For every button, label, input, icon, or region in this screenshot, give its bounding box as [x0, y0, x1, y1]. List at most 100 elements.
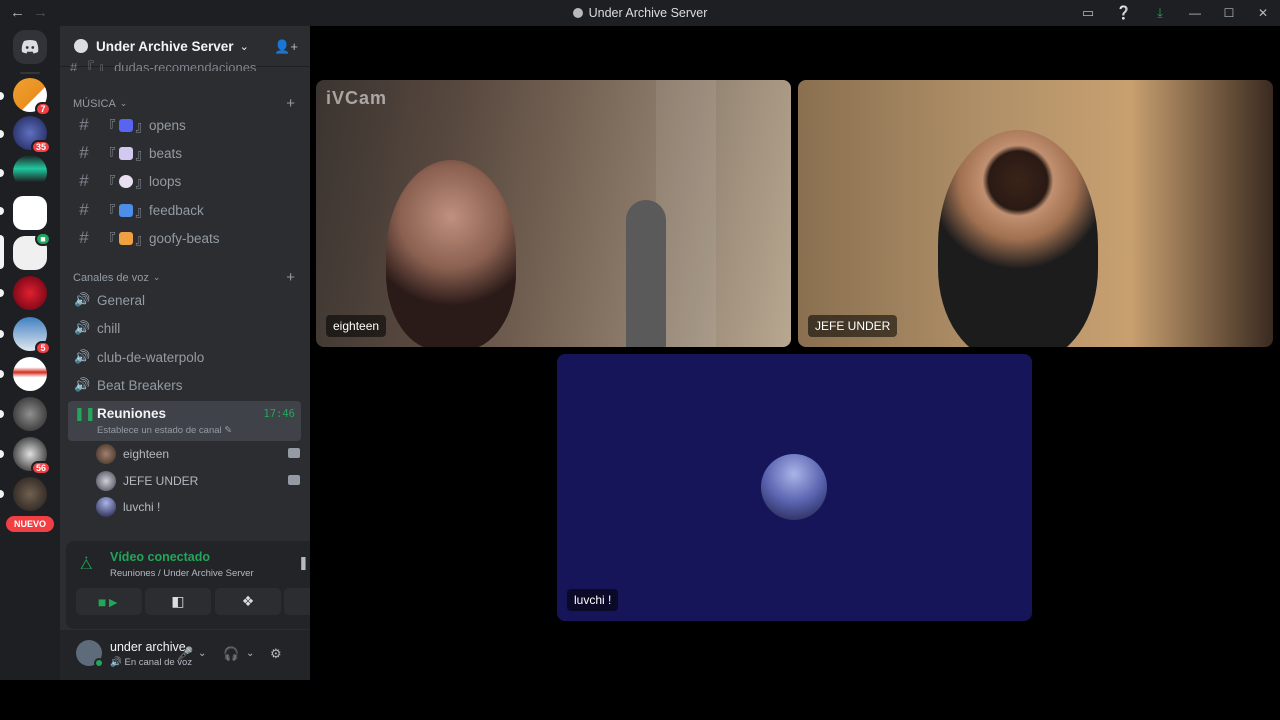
screen-share-icon: ◧ — [171, 593, 185, 609]
avatar — [96, 497, 116, 517]
category-voice[interactable]: Canales de voz ⌄ + — [73, 269, 295, 286]
avatar — [96, 444, 116, 464]
mention-badge: 35 — [30, 140, 51, 154]
video-tile-jefe-under[interactable]: JEFE UNDER — [798, 80, 1273, 347]
server-icon-7[interactable]: 5 — [13, 317, 51, 355]
channel-loops[interactable]: # 『』 loops — [68, 168, 301, 194]
user-name[interactable]: under archive — [110, 640, 186, 654]
chevron-down-icon: ⌄ — [119, 98, 128, 108]
voice-user-jefe-under[interactable]: JEFE UNDER — [96, 469, 300, 493]
person-video — [386, 160, 516, 347]
server-badge-icon — [74, 39, 88, 53]
camera-button[interactable]: ■► — [76, 588, 142, 615]
voice-status-title[interactable]: Vídeo conectado — [110, 550, 210, 564]
server-icon-5[interactable]: ■ — [13, 232, 51, 270]
speaker-icon: 🔊 — [74, 377, 91, 392]
inbox-icon[interactable]: ▭ — [1070, 0, 1106, 26]
channel-feedback[interactable]: # 『』 feedback — [68, 197, 301, 223]
server-icon-3[interactable] — [13, 155, 47, 189]
channel-label: General — [97, 292, 146, 308]
nav-buttons: ← → — [10, 4, 48, 22]
discord-logo-icon — [21, 40, 39, 54]
channel-status[interactable]: Establece un estado de canal ✎ — [97, 425, 232, 436]
category-music[interactable]: MÚSICA ⌄ + — [73, 95, 295, 112]
forward-arrow-icon[interactable]: → — [33, 4, 48, 22]
hash-icon: # — [79, 200, 89, 219]
video-stage: iVCam eighteen JEFE UNDER luvchi ! — [310, 26, 1280, 680]
server-rail: 7 35 ■ 5 56 NUEVO — [0, 26, 60, 680]
back-arrow-icon[interactable]: ← — [10, 4, 25, 22]
channel-beats[interactable]: # 『』 beats — [68, 140, 301, 166]
category-voice-label: Canales de voz — [73, 271, 149, 284]
voice-user-eighteen[interactable]: eighteen — [96, 442, 300, 466]
help-icon[interactable]: ❔ — [1106, 0, 1142, 26]
voice-channel-chill[interactable]: 🔊 chill — [68, 315, 301, 341]
unread-pill — [0, 330, 4, 338]
camera-watermark: iVCam — [326, 88, 388, 108]
channel-label: Reuniones — [97, 406, 167, 421]
server-icon-6[interactable] — [13, 276, 47, 310]
voice-user-name: luvchi ! — [123, 500, 161, 514]
server-icon-11[interactable] — [13, 477, 47, 511]
channel-opens[interactable]: # 『』 opens — [68, 112, 301, 138]
chevron-down-icon: ⌄ — [239, 40, 249, 53]
piano-emoji-icon — [118, 146, 133, 160]
add-channel-icon[interactable]: + — [286, 269, 295, 286]
server-icon-1[interactable]: 7 — [13, 78, 51, 116]
add-channel-icon[interactable]: + — [286, 95, 295, 112]
headphones-icon[interactable]: 🎧 — [223, 646, 239, 662]
window-title-text: Under Archive Server — [588, 6, 708, 20]
disc-emoji-icon — [118, 174, 133, 188]
hash-icon: # — [79, 115, 89, 134]
maximize-button[interactable]: ☐ — [1212, 0, 1246, 26]
pencil-icon: ✎ — [224, 425, 233, 436]
channel-status-text: Establece un estado de canal — [97, 425, 222, 436]
microphone-icon[interactable]: 🎤 — [177, 646, 193, 662]
server-icon — [572, 8, 583, 18]
user-avatar[interactable] — [76, 640, 104, 668]
live-badge: ■ — [35, 232, 51, 246]
share-screen-button[interactable]: ◧ — [145, 588, 211, 615]
server-icon-9[interactable] — [13, 397, 47, 431]
channel-label: club-de-waterpolo — [97, 349, 205, 365]
category-music-label: MÚSICA — [73, 97, 116, 110]
video-tile-eighteen[interactable]: iVCam eighteen — [316, 80, 791, 347]
new-badge[interactable]: NUEVO — [6, 516, 54, 532]
voice-channel-reuniones[interactable]: ❚❚ Reuniones Establece un estado de cana… — [68, 401, 301, 441]
voice-channel-beat-breakers[interactable]: 🔊 Beat Breakers — [68, 372, 301, 398]
chevron-down-icon[interactable]: ⌄ — [246, 648, 254, 659]
voice-status-subtitle[interactable]: Reuniones / Under Archive Server — [110, 568, 254, 579]
download-icon[interactable]: ⤓ — [1142, 0, 1178, 26]
voice-user-luvchi[interactable]: luvchi ! — [96, 495, 300, 519]
unread-pill — [0, 370, 4, 378]
channel-label: goofy-beats — [149, 230, 220, 246]
bottom-strip — [0, 680, 1280, 720]
channel-label: beats — [149, 145, 183, 161]
participant-name: JEFE UNDER — [808, 315, 898, 337]
title-bar: ← → Under Archive Server ▭ ❔ ⤓ — ☐ ✕ — [0, 0, 1280, 26]
video-tile-luvchi[interactable]: luvchi ! — [557, 354, 1032, 621]
voice-channel-club-de-waterpolo[interactable]: 🔊 club-de-waterpolo — [68, 344, 301, 370]
chevron-down-icon[interactable]: ⌄ — [198, 648, 206, 659]
cat-emoji-icon — [118, 231, 133, 245]
minimize-button[interactable]: — — [1178, 0, 1212, 26]
channel-goofy-beats[interactable]: # 『』 goofy-beats — [68, 225, 301, 251]
server-icon-10[interactable]: 56 — [13, 437, 51, 475]
server-icon-8[interactable] — [13, 357, 47, 391]
chevron-down-icon: ⌄ — [152, 272, 161, 282]
activities-button[interactable]: ❖ — [215, 588, 281, 615]
hash-icon: # — [79, 143, 89, 162]
voice-channel-general[interactable]: 🔊 General — [68, 287, 301, 313]
home-button[interactable] — [13, 30, 47, 64]
hash-icon: # — [79, 228, 89, 247]
invite-people-icon[interactable]: 👤+ — [274, 39, 298, 55]
signal-icon[interactable]: ⧊ — [80, 556, 93, 573]
close-button[interactable]: ✕ — [1246, 0, 1280, 26]
server-icon-4[interactable] — [13, 196, 47, 230]
server-icon-2[interactable]: 35 — [13, 116, 51, 154]
channel-partial[interactable]: # 『 』 dudas-recomendaciones — [70, 57, 310, 71]
person-video — [938, 130, 1098, 347]
channel-label: Beat Breakers — [97, 377, 183, 393]
settings-gear-icon[interactable]: ⚙ — [270, 646, 282, 662]
channel-sidebar: Under Archive Server ⌄ 👤+ # 『 』 dudas-re… — [60, 26, 362, 680]
